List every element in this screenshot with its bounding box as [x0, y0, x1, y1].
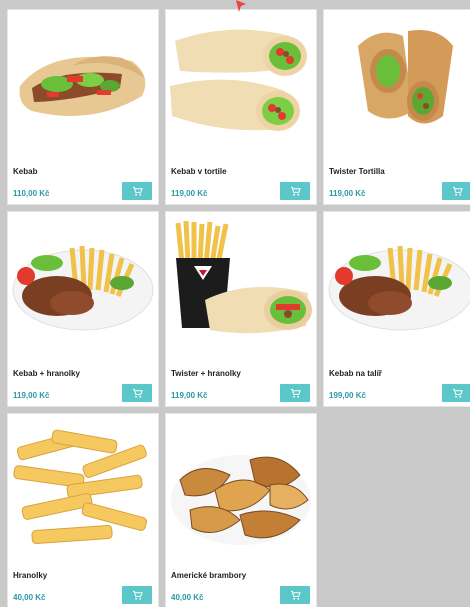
product-name: Americké brambory — [171, 571, 247, 580]
mouse-cursor-icon — [236, 0, 246, 12]
add-to-cart-button[interactable] — [122, 384, 152, 402]
product-price: 119,00 Kč — [13, 391, 50, 400]
shopping-cart-icon — [132, 388, 143, 398]
product-price: 119,00 Kč — [171, 391, 208, 400]
kebab-tortilla-image[interactable] — [170, 16, 312, 150]
product-card-twister-hranolky[interactable]: Twister + hranolky 119,00 Kč — [166, 212, 316, 406]
product-card-kebab-hranolky[interactable]: Kebab + hranolky 119,00 Kč — [8, 212, 158, 406]
add-to-cart-button[interactable] — [280, 586, 310, 604]
product-price: 40,00 Kč — [171, 593, 204, 602]
product-name: Kebab na talíř — [329, 369, 382, 378]
add-to-cart-button[interactable] — [280, 384, 310, 402]
kebab-wrap-image[interactable] — [12, 16, 154, 150]
product-card-kebab-na-talir[interactable]: Kebab na talíř 199,00 Kč — [324, 212, 470, 406]
product-name: Kebab v tortile — [171, 167, 227, 176]
product-price: 110,00 Kč — [13, 189, 50, 198]
product-card-twister-tortilla[interactable]: Twister Tortilla 119,00 Kč — [324, 10, 470, 204]
shopping-cart-icon — [452, 186, 463, 196]
shopping-cart-icon — [290, 186, 301, 196]
product-name: Twister + hranolky — [171, 369, 241, 378]
product-name: Kebab + hranolky — [13, 369, 80, 378]
kebab-plate-image[interactable] — [328, 218, 470, 352]
product-price: 199,00 Kč — [329, 391, 366, 400]
product-name: Hranolky — [13, 571, 48, 580]
product-card-kebab-v-tortile[interactable]: Kebab v tortile 119,00 Kč — [166, 10, 316, 204]
product-card-hranolky[interactable]: Hranolky 40,00 Kč — [8, 414, 158, 607]
twister-tortilla-image[interactable] — [328, 16, 470, 150]
product-name: Twister Tortilla — [329, 167, 385, 176]
product-name: Kebab — [13, 167, 38, 176]
kebab-fries-plate-image[interactable] — [12, 218, 154, 352]
shopping-cart-icon — [132, 590, 143, 600]
shopping-cart-icon — [290, 388, 301, 398]
american-potatoes-image[interactable] — [170, 420, 312, 554]
product-price: 119,00 Kč — [329, 189, 366, 198]
product-price: 119,00 Kč — [171, 189, 208, 198]
shopping-cart-icon — [132, 186, 143, 196]
product-card-americke-brambory[interactable]: Americké brambory 40,00 Kč — [166, 414, 316, 607]
fries-image[interactable] — [12, 420, 154, 554]
product-card-kebab[interactable]: Kebab 110,00 Kč — [8, 10, 158, 204]
add-to-cart-button[interactable] — [122, 182, 152, 200]
add-to-cart-button[interactable] — [442, 384, 470, 402]
product-price: 40,00 Kč — [13, 593, 46, 602]
add-to-cart-button[interactable] — [442, 182, 470, 200]
add-to-cart-button[interactable] — [122, 586, 152, 604]
add-to-cart-button[interactable] — [280, 182, 310, 200]
product-grid: Kebab 110,00 Kč Kebab v tortile 119,00 K… — [8, 10, 470, 607]
shopping-cart-icon — [452, 388, 463, 398]
shopping-cart-icon — [290, 590, 301, 600]
twister-fries-image[interactable] — [170, 218, 312, 352]
